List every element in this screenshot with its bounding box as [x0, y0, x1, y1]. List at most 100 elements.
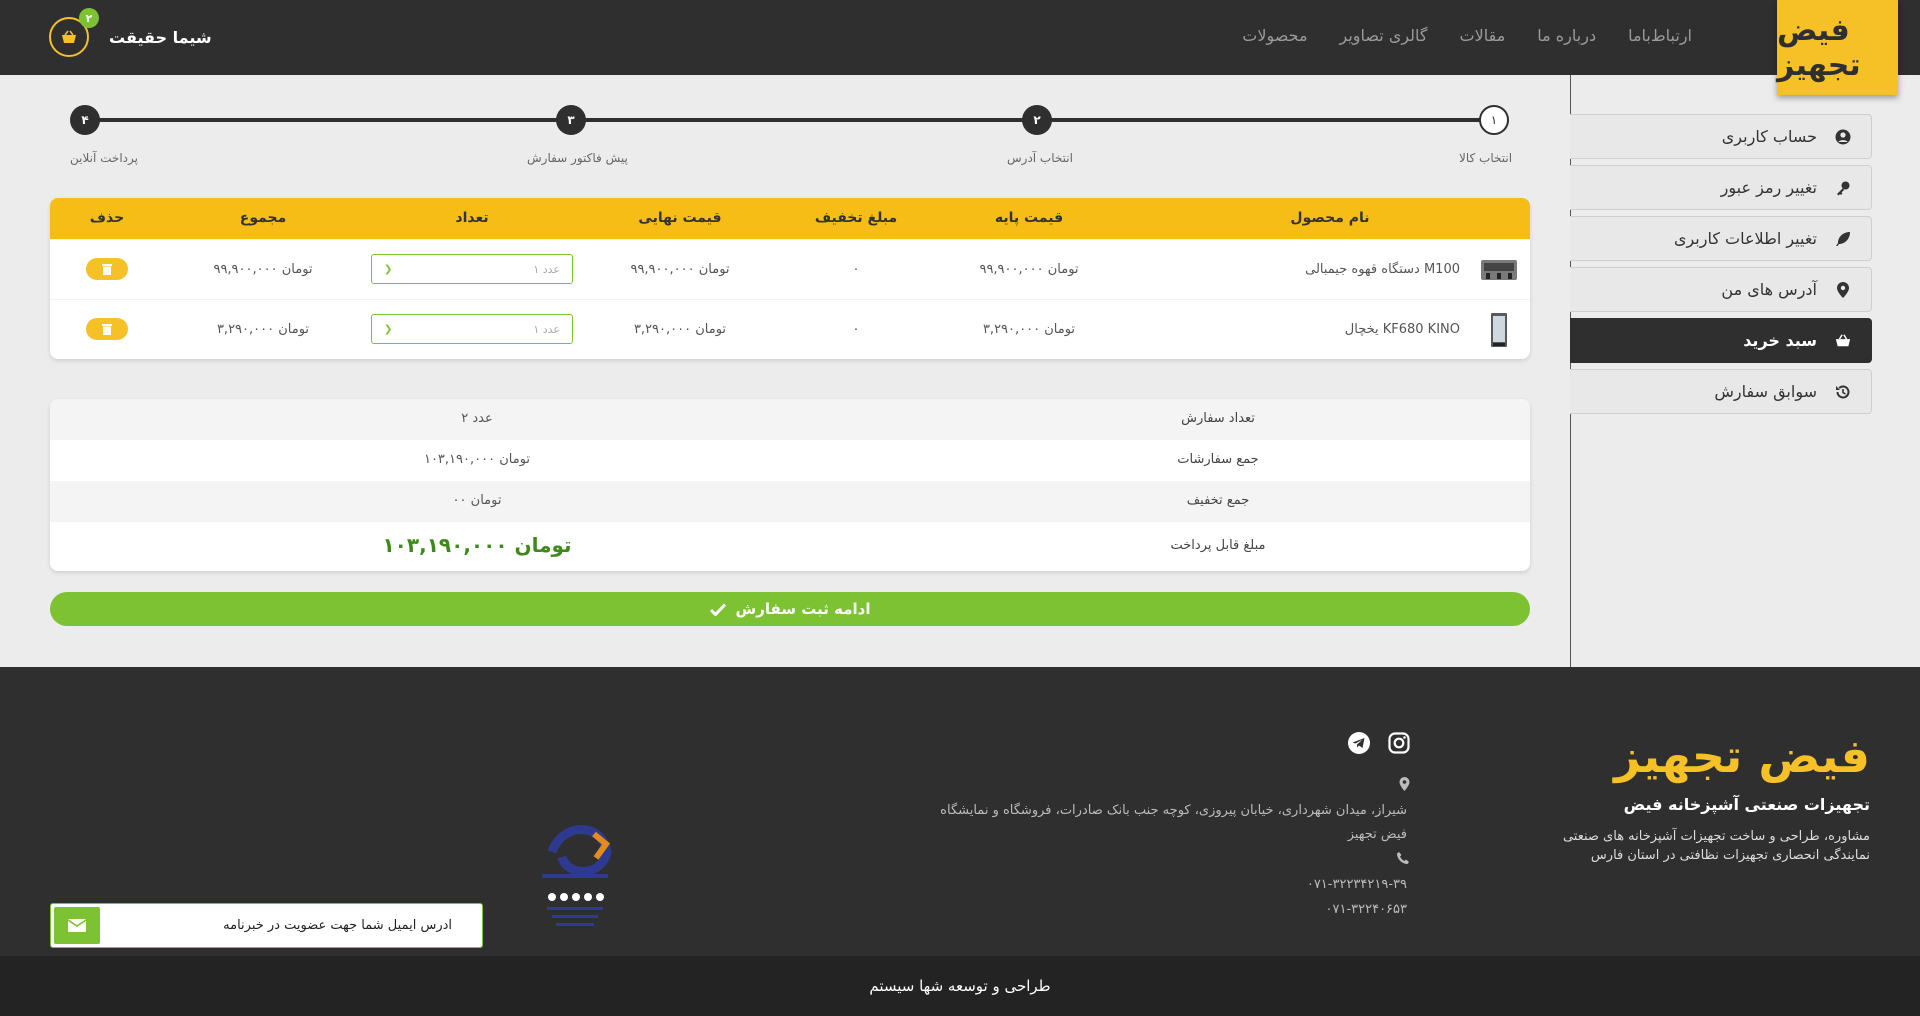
col-header-quantity: تعداد [455, 210, 489, 226]
summary-label: جمع سفارشات [1177, 452, 1259, 467]
main-nav: محصولات گالری تصاویر مقالات درباره ما ار… [1242, 26, 1692, 45]
step-1-label: انتخاب کالا [1459, 151, 1513, 165]
step-3-dot: ۳ [556, 105, 586, 135]
sidebar-item-label: آدرس های من [1721, 280, 1817, 299]
final-price: ۹۹,۹۰۰,۰۰۰ تومان [630, 262, 730, 277]
cart-button[interactable]: ۲ [49, 8, 99, 57]
nav-item-articles[interactable]: مقالات [1460, 26, 1506, 45]
footer-title: تجهیزات صنعتی آشپزخانه فیض [1623, 795, 1870, 814]
footer-phone[interactable]: ۰۷۱-۳۲۲۴۰۶۵۳ [1326, 902, 1408, 917]
summary-label: مبلغ قابل پرداخت [1170, 538, 1266, 553]
sidebar-item-label: سبد خرید [1743, 331, 1817, 350]
summary-value: ۲ عدد [461, 411, 493, 426]
account-sidebar: حساب کاربری تغییر رمز عبور تغییر اطلاعات… [1570, 114, 1872, 420]
newsletter-email-input[interactable] [112, 918, 452, 933]
social-links [1347, 731, 1411, 755]
user-area: ۲ شیما حقیقت [49, 8, 212, 57]
sidebar-item-cart[interactable]: سبد خرید [1570, 318, 1872, 363]
product-image[interactable] [1480, 251, 1518, 289]
nav-item-gallery[interactable]: گالری تصاویر [1340, 26, 1428, 45]
check-icon [709, 602, 726, 616]
base-price: ۳,۲۹۰,۰۰۰ تومان [982, 322, 1076, 337]
footer-description: مشاوره، طراحی و ساخت تجهیزات آشپزخانه ها… [1563, 827, 1870, 865]
footer-desc-line: نمایندگی انحصاری تجهیزات نظافتی در استان… [1590, 848, 1870, 863]
sidebar-item-label: سوابق سفارش [1714, 382, 1817, 401]
summary-row-payable: مبلغ قابل پرداخت ۱۰۳,۱۹۰,۰۰۰ تومان [50, 522, 1530, 571]
delete-button[interactable] [86, 258, 128, 280]
checkout-progress-line [85, 118, 1493, 122]
continue-order-button[interactable]: ادامه ثبت سفارش [50, 592, 1530, 626]
envelope-icon [68, 919, 86, 932]
phone-icon [1397, 852, 1409, 868]
logo-text: فیض تجهیز [1777, 12, 1862, 83]
sidebar-item-addresses[interactable]: آدرس های من [1570, 267, 1872, 312]
footer-credit: طراحی و توسعه شها سیستم [0, 956, 1920, 1016]
quantity-value: ۱ عدد [533, 262, 560, 276]
basket-icon [1835, 333, 1851, 349]
table-row: دستگاه قهوه جیمبالی M100 ۹۹,۹۰۰,۰۰۰ توما… [50, 239, 1530, 299]
history-icon [1835, 384, 1851, 400]
summary-value: ۰۰ تومان [452, 493, 502, 508]
product-name[interactable]: یخچال KF680 KINO [1345, 322, 1460, 337]
col-header-discount: مبلغ تخفیف [814, 210, 898, 226]
instagram-icon[interactable] [1387, 731, 1411, 755]
row-total: ۳,۲۹۰,۰۰۰ تومان [216, 322, 310, 337]
trash-icon [102, 324, 112, 335]
delete-button[interactable] [86, 318, 128, 340]
chevron-down-icon: ❯ [384, 323, 393, 335]
trash-icon [102, 264, 112, 275]
sidebar-item-order-history[interactable]: سوابق سفارش [1570, 369, 1872, 414]
nav-item-about[interactable]: درباره ما [1537, 26, 1596, 45]
basket-icon [62, 30, 76, 43]
order-summary: تعداد سفارش ۲ عدد جمع سفارشات ۱۰۳,۱۹۰,۰۰… [50, 399, 1530, 571]
site-footer: فیض تجهیز تجهیزات صنعتی آشپزخانه فیض مشا… [0, 667, 1920, 956]
quantity-value: ۱ عدد [533, 322, 560, 336]
step-1-dot: ۱ [1479, 105, 1509, 135]
top-navbar: فیض تجهیز محصولات گالری تصاویر مقالات در… [0, 0, 1920, 95]
sidebar-item-label: تغییر رمز عبور [1720, 178, 1817, 197]
footer-phone[interactable]: ۰۷۱-۳۲۲۳۴۲۱۹-۳۹ [1307, 877, 1407, 892]
summary-label: تعداد سفارش [1181, 411, 1255, 426]
chevron-down-icon: ❯ [384, 263, 393, 275]
continue-order-label: ادامه ثبت سفارش [735, 600, 871, 618]
newsletter-form [50, 903, 483, 948]
sidebar-item-label: تغییر اطلاعات کاربری [1673, 229, 1817, 248]
discount-amount: ۰ [852, 322, 860, 337]
step-4-label: پرداخت آنلاین [70, 151, 138, 165]
step-4-dot: ۴ [70, 105, 100, 135]
user-circle-icon [1835, 129, 1851, 145]
col-header-name: نام محصول [1290, 210, 1370, 226]
summary-row-orders-total: جمع سفارشات ۱۰۳,۱۹۰,۰۰۰ تومان [50, 440, 1530, 481]
col-header-final-price: قیمت نهایی [638, 210, 722, 226]
feather-icon [1835, 231, 1851, 247]
footer-logo[interactable]: فیض تجهیز [1614, 729, 1872, 783]
row-total: ۹۹,۹۰۰,۰۰۰ تومان [213, 262, 313, 277]
step-3-label: پیش فاکتور سفارش [527, 151, 628, 165]
table-row: یخچال KF680 KINO ۳,۲۹۰,۰۰۰ تومان ۰ ۳,۲۹۰… [50, 299, 1530, 359]
newsletter-submit-button[interactable] [54, 907, 100, 944]
final-price: ۳,۲۹۰,۰۰۰ تومان [633, 322, 727, 337]
enamad-badge[interactable] [532, 812, 618, 942]
summary-row-discount: جمع تخفیف ۰۰ تومان [50, 481, 1530, 522]
footer-desc-line: مشاوره، طراحی و ساخت تجهیزات آشپزخانه ها… [1562, 829, 1870, 844]
product-name[interactable]: دستگاه قهوه جیمبالی M100 [1305, 262, 1460, 277]
sidebar-item-account[interactable]: حساب کاربری [1570, 114, 1872, 159]
user-name[interactable]: شیما حقیقت [109, 28, 212, 47]
telegram-icon[interactable] [1347, 731, 1371, 755]
product-image[interactable] [1480, 311, 1518, 349]
sidebar-item-edit-info[interactable]: تغییر اطلاعات کاربری [1570, 216, 1872, 261]
location-icon [1399, 777, 1410, 795]
cart-table-header: نام محصول قیمت پایه مبلغ تخفیف قیمت نهای… [50, 198, 1530, 239]
map-marker-icon [1835, 281, 1851, 298]
nav-item-products[interactable]: محصولات [1242, 26, 1307, 45]
quantity-select[interactable]: ❯ ۱ عدد [371, 254, 573, 284]
quantity-select[interactable]: ❯ ۱ عدد [371, 314, 573, 344]
sidebar-item-change-password[interactable]: تغییر رمز عبور [1570, 165, 1872, 210]
col-header-base-price: قیمت پایه [994, 210, 1064, 226]
payable-amount: ۱۰۳,۱۹۰,۰۰۰ تومان [382, 533, 572, 557]
sidebar-item-label: حساب کاربری [1721, 127, 1817, 146]
col-header-total: مجموع [239, 210, 287, 226]
summary-value: ۱۰۳,۱۹۰,۰۰۰ تومان [423, 452, 531, 467]
nav-item-contact[interactable]: ارتباط‌باما [1628, 26, 1692, 45]
site-logo[interactable]: فیض تجهیز [1777, 0, 1898, 95]
